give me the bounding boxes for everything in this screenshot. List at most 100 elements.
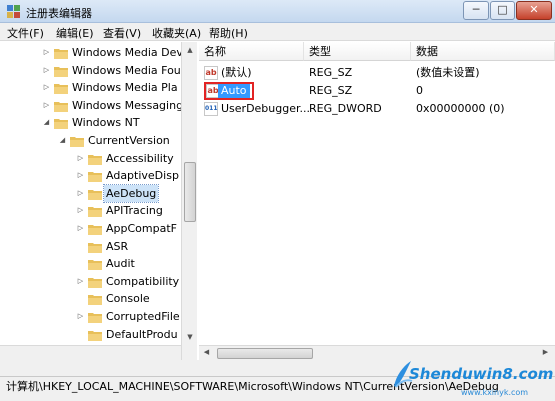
minimize-button[interactable]: ─ bbox=[463, 1, 489, 20]
tree-item[interactable]: DefaultProdu bbox=[0, 326, 181, 343]
value-row-userdebugger[interactable]: 011 UserDebugger... REG_DWORD 0x00000000… bbox=[199, 100, 555, 118]
tree-item-label: ASR bbox=[106, 239, 129, 253]
tree-item[interactable]: ▷ AppCompatF bbox=[0, 220, 181, 237]
regedit-app-icon bbox=[7, 5, 20, 18]
scroll-up-arrow-icon[interactable]: ▲ bbox=[182, 42, 198, 58]
folder-icon bbox=[88, 277, 102, 288]
values-scroll-thumb[interactable] bbox=[217, 348, 313, 359]
tree-item[interactable]: ▷ Windows Media Pla bbox=[0, 79, 181, 96]
value-type: REG_SZ bbox=[309, 66, 353, 79]
value-name-rename-field[interactable]: Auto bbox=[218, 84, 250, 98]
tree-item-label: Windows NT bbox=[72, 116, 140, 130]
collapsed-arrow-icon[interactable]: ▷ bbox=[76, 312, 85, 321]
collapsed-arrow-icon[interactable]: ▷ bbox=[76, 206, 85, 215]
tree-item[interactable]: ASR bbox=[0, 238, 181, 255]
title-bar[interactable]: 注册表编辑器 ─ □ ✕ bbox=[0, 0, 555, 23]
folder-icon bbox=[54, 84, 68, 95]
menu-help[interactable]: 帮助(H) bbox=[209, 25, 248, 41]
registry-key-tree[interactable]: ▷ Windows Media Dev ▷ Windows Media Fou ▷ Win… bbox=[0, 42, 197, 360]
tree-item-label: AdaptiveDisp bbox=[106, 169, 179, 183]
scroll-left-arrow-icon[interactable]: ◀ bbox=[199, 345, 214, 360]
tree-item-label: CorruptedFile bbox=[106, 310, 180, 323]
tree-item-label: Audit bbox=[106, 257, 135, 271]
collapsed-arrow-icon[interactable]: ▷ bbox=[76, 189, 85, 198]
folder-icon bbox=[88, 189, 102, 200]
string-value-icon: ab bbox=[204, 66, 218, 80]
value-name: UserDebugger... bbox=[221, 102, 310, 115]
value-type: REG_DWORD bbox=[309, 102, 382, 115]
value-row-auto[interactable]: ab Auto REG_SZ 0 bbox=[199, 82, 555, 100]
folder-icon bbox=[88, 172, 102, 183]
folder-icon bbox=[88, 313, 102, 323]
collapsed-arrow-icon[interactable]: ▷ bbox=[76, 224, 85, 233]
collapsed-arrow-icon[interactable]: ▷ bbox=[76, 171, 85, 180]
value-type: REG_SZ bbox=[309, 84, 353, 97]
value-name: (默认) bbox=[221, 66, 252, 79]
collapsed-arrow-icon[interactable]: ▷ bbox=[76, 277, 85, 286]
tree-item[interactable]: ▷ AeDebug bbox=[0, 183, 181, 203]
folder-icon bbox=[88, 330, 102, 341]
folder-icon bbox=[88, 295, 102, 306]
tree-item[interactable]: ▷ AdaptiveDisp bbox=[0, 167, 181, 184]
tree-item-label: AeDebug bbox=[102, 183, 160, 203]
folder-icon bbox=[88, 260, 102, 271]
maximize-button[interactable]: □ bbox=[490, 1, 515, 20]
column-header-type[interactable]: 类型 bbox=[304, 42, 411, 61]
folder-icon bbox=[54, 119, 68, 130]
folder-icon bbox=[88, 242, 102, 253]
tree-item[interactable]: ▷ Compatibility bbox=[0, 273, 181, 290]
tree-horizontal-scrollbar[interactable] bbox=[0, 345, 181, 360]
watermark-main-text: Shenduwin8.com bbox=[409, 365, 554, 383]
value-row-default[interactable]: ab (默认) REG_SZ (数值未设置) bbox=[199, 64, 555, 82]
value-data: 0 bbox=[416, 84, 423, 97]
column-header-name[interactable]: 名称 bbox=[199, 42, 304, 61]
menu-file[interactable]: 文件(F) bbox=[7, 25, 44, 41]
tree-item[interactable]: ▷ CorruptedFile bbox=[0, 308, 181, 325]
collapsed-arrow-icon[interactable]: ▷ bbox=[42, 101, 51, 110]
tree-item[interactable]: ▷ Accessibility bbox=[0, 150, 181, 167]
tree-item[interactable]: ▷ Windows Media Fou bbox=[0, 62, 181, 79]
folder-icon bbox=[88, 154, 102, 165]
collapsed-arrow-icon[interactable]: ▷ bbox=[42, 83, 51, 92]
tree-item-label: Windows Media Dev bbox=[72, 46, 183, 59]
collapsed-arrow-icon[interactable]: ▷ bbox=[42, 66, 51, 75]
tree-item[interactable]: ▷ APITracing bbox=[0, 202, 181, 219]
tree-item-label: Console bbox=[106, 292, 150, 306]
folder-icon bbox=[70, 137, 84, 147]
tree-vertical-scrollbar[interactable]: ▲ ▼ bbox=[181, 42, 197, 360]
window-title: 注册表编辑器 bbox=[26, 7, 92, 20]
menu-view[interactable]: 查看(V) bbox=[103, 25, 141, 41]
column-header-data[interactable]: 数据 bbox=[411, 42, 555, 61]
folder-icon bbox=[88, 207, 102, 218]
tree-item[interactable]: ▷ Windows Media Dev bbox=[0, 44, 183, 61]
tree-item[interactable]: Audit bbox=[0, 255, 181, 272]
values-list[interactable]: 名称 类型 数据 ab (默认) REG_SZ (数值未设置) ab Auto … bbox=[199, 42, 555, 360]
tree-item[interactable]: ◢ Windows NT bbox=[0, 114, 181, 131]
tree-item-label: CurrentVersion bbox=[88, 134, 170, 147]
scroll-down-arrow-icon[interactable]: ▼ bbox=[182, 329, 198, 345]
tree-scroll-thumb[interactable] bbox=[184, 162, 196, 222]
expanded-arrow-icon[interactable]: ◢ bbox=[58, 136, 67, 145]
folder-icon bbox=[54, 49, 68, 59]
tree-item[interactable]: ▷ Windows Messaging bbox=[0, 97, 183, 114]
menu-favorites[interactable]: 收藏夹(A) bbox=[152, 25, 201, 41]
folder-icon bbox=[54, 66, 68, 77]
tree-item-label: Windows Media Pla bbox=[72, 81, 178, 95]
tree-item-label: Windows Media Fou bbox=[72, 63, 181, 77]
folder-icon bbox=[88, 225, 102, 235]
value-data: 0x00000000 (0) bbox=[416, 102, 505, 115]
menu-edit[interactable]: 编辑(E) bbox=[56, 25, 94, 41]
tree-item-label: DefaultProdu bbox=[106, 327, 178, 341]
close-button[interactable]: ✕ bbox=[516, 1, 552, 20]
collapsed-arrow-icon[interactable]: ▷ bbox=[76, 154, 85, 163]
tree-item[interactable]: ◢ CurrentVersion bbox=[0, 132, 181, 149]
tree-item-label: Windows Messaging bbox=[72, 98, 184, 112]
collapsed-arrow-icon[interactable]: ▷ bbox=[42, 48, 51, 57]
tree-item-label: Accessibility bbox=[106, 151, 174, 165]
menu-bar: 文件(F) 编辑(E) 查看(V) 收藏夹(A) 帮助(H) bbox=[0, 23, 555, 41]
folder-icon bbox=[54, 101, 68, 112]
expanded-arrow-icon[interactable]: ◢ bbox=[42, 118, 51, 127]
tree-item-label: Compatibility bbox=[106, 274, 180, 288]
tree-item[interactable]: Console bbox=[0, 290, 181, 307]
tree-item-label: AppCompatF bbox=[106, 222, 177, 235]
